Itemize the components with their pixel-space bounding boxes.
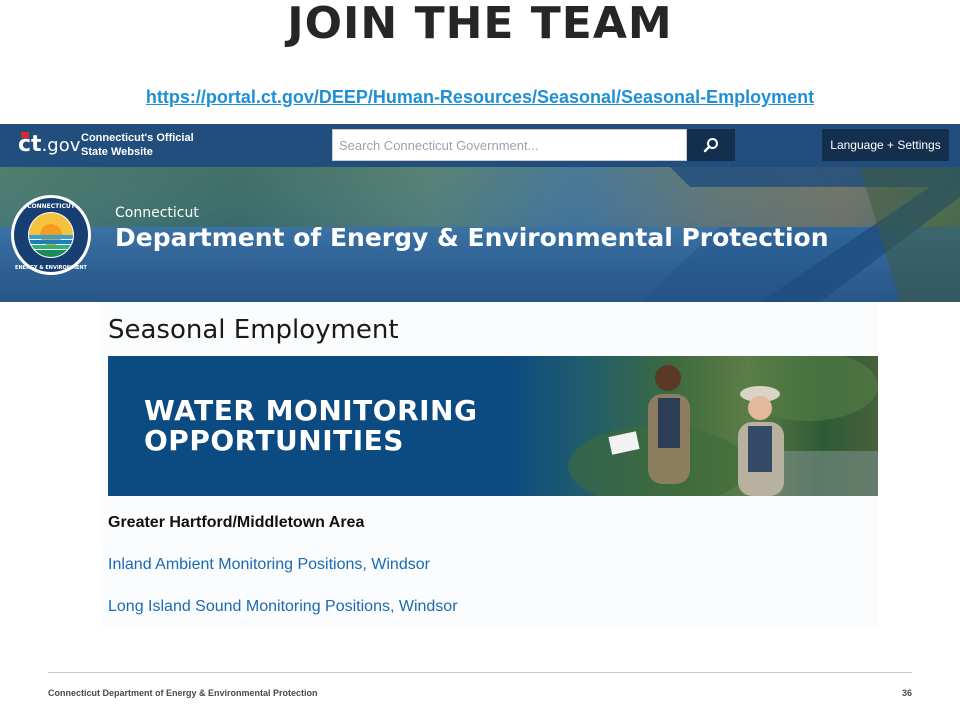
promo-photo xyxy=(508,356,878,496)
portal-url-link[interactable]: https://portal.ct.gov/DEEP/Human-Resourc… xyxy=(0,86,960,108)
page-heading: Seasonal Employment xyxy=(108,315,399,345)
banner-agency-name[interactable]: Department of Energy & Environmental Pro… xyxy=(115,223,829,252)
search-button[interactable] xyxy=(687,129,735,161)
field-workers-image xyxy=(568,356,878,496)
area-heading: Greater Hartford/Middletown Area xyxy=(108,514,365,531)
deep-seal-logo[interactable]: CONNECTICUT ENERGY & ENVIRONMENT xyxy=(10,194,92,276)
promo-title: WATER MONITORING OPPORTUNITIES xyxy=(144,396,477,456)
seal-graphic: CONNECTICUT ENERGY & ENVIRONMENT xyxy=(11,195,91,275)
official-line-2: State Website xyxy=(81,146,153,158)
official-line-1: Connecticut's Official xyxy=(81,132,194,144)
promo-line-1: WATER MONITORING xyxy=(144,394,478,427)
search-icon xyxy=(703,138,718,153)
water-monitoring-promo-banner[interactable]: WATER MONITORING OPPORTUNITIES xyxy=(108,356,878,496)
official-website-label: Connecticut's Official State Website xyxy=(81,131,194,159)
ctgov-logo[interactable]: ct.gov xyxy=(18,130,80,160)
inland-ambient-positions-link[interactable]: Inland Ambient Monitoring Positions, Win… xyxy=(108,556,430,574)
slide-title: JOIN THE TEAM xyxy=(287,0,673,49)
footer-organization: Connecticut Department of Energy & Envir… xyxy=(48,688,318,698)
seal-text-top: CONNECTICUT xyxy=(27,203,76,210)
promo-line-2: OPPORTUNITIES xyxy=(144,424,404,457)
banner-state-label: Connecticut xyxy=(115,205,199,221)
flag-icon xyxy=(21,132,29,138)
language-settings-button[interactable]: Language + Settings xyxy=(822,129,949,161)
footer-page-number: 36 xyxy=(901,688,912,698)
logo-gov-text: .gov xyxy=(41,135,81,156)
footer-divider xyxy=(48,672,912,673)
ctgov-header: ct.gov Connecticut's Official State Webs… xyxy=(0,124,960,167)
long-island-sound-positions-link[interactable]: Long Island Sound Monitoring Positions, … xyxy=(108,598,458,616)
search-input[interactable] xyxy=(332,129,687,161)
agency-banner: CONNECTICUT ENERGY & ENVIRONMENT Connect… xyxy=(0,167,960,302)
seal-text-bottom: ENERGY & ENVIRONMENT xyxy=(15,265,88,271)
